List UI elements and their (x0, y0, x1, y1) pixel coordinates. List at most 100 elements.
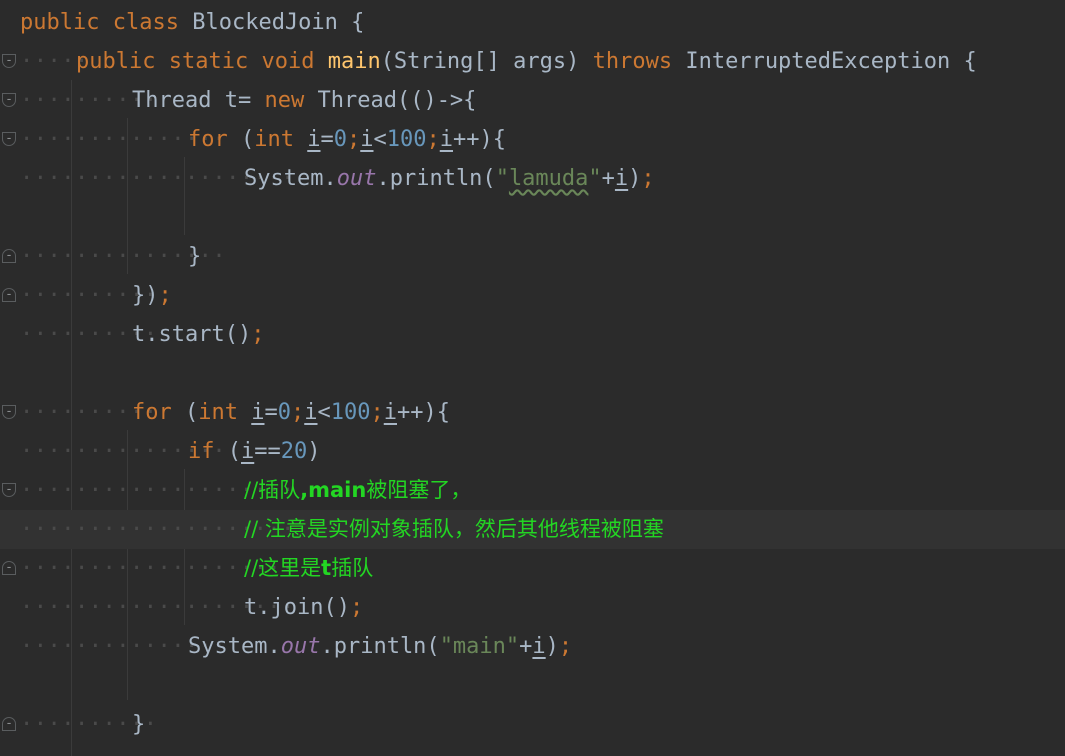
fold-icon[interactable]: - (2, 54, 16, 68)
paren: ( (227, 439, 241, 464)
keyword: public (76, 49, 156, 74)
fold-icon[interactable]: - (2, 717, 16, 731)
operator: + (519, 634, 533, 659)
assignment: t= (224, 88, 265, 113)
string-literal: "main" (439, 634, 520, 659)
fold-icon[interactable]: - (2, 561, 16, 575)
comment-bold: t (321, 556, 332, 580)
method-call: .println( (376, 166, 496, 191)
comment: //插队 (244, 478, 301, 502)
field: out (336, 166, 377, 191)
semicolon: ; (370, 400, 384, 425)
variable: i (439, 127, 453, 152)
fold-icon[interactable]: - (2, 405, 16, 419)
statement: t.start() (132, 322, 252, 347)
code-line-8[interactable]: - ·········· }); (0, 276, 1065, 315)
object: System. (244, 166, 337, 191)
variable: i (360, 127, 374, 152)
semicolon: ; (251, 322, 265, 347)
fold-icon[interactable]: - (2, 132, 16, 146)
operator: ++){ (453, 127, 506, 152)
code-line-19[interactable]: - ·········· } (0, 705, 1065, 744)
number: 0 (333, 127, 347, 152)
fold-icon[interactable]: - (2, 93, 16, 107)
operator: = (320, 127, 334, 152)
method-call: .println( (320, 634, 440, 659)
keyword: throws (592, 49, 673, 74)
semicolon: ; (426, 127, 440, 152)
variable: i (307, 127, 321, 152)
comment-bold: ,main (300, 478, 367, 502)
statement: t.join() (244, 595, 350, 620)
method-name: main (327, 49, 381, 74)
string-quote: " (588, 166, 602, 191)
exception-type: InterruptedException (685, 49, 951, 74)
code-editor[interactable]: public class BlockedJoin { - ····· publi… (0, 0, 1065, 756)
semicolon: ; (558, 634, 573, 659)
code-line-14[interactable]: ···················· // 注意是实例对象插队，然后其他线程… (0, 510, 1065, 549)
brace: } (132, 712, 146, 737)
operator: + (601, 166, 615, 191)
semicolon: ; (158, 283, 172, 308)
type-name: Thread (132, 88, 212, 113)
code-line-7[interactable]: - ··············· } (0, 237, 1065, 276)
paren: ( (185, 400, 199, 425)
brace: { (963, 49, 977, 74)
fold-icon[interactable]: - (2, 483, 16, 497)
number: 20 (280, 439, 308, 464)
variable: i (614, 166, 629, 191)
string-literal: lamuda (508, 166, 589, 191)
comment: //这里是 (244, 556, 322, 580)
code-line-5[interactable]: ···················· System.out.println(… (0, 159, 1065, 198)
operator: == (254, 439, 281, 464)
params: (String[] args) (380, 49, 593, 74)
comment: // 注意是实例对象插队，然后其他线程被阻塞 (244, 517, 664, 541)
variable: i (251, 400, 265, 425)
code-line-1[interactable]: public class BlockedJoin { (0, 3, 1065, 42)
code-line-18[interactable] (0, 666, 1065, 705)
semicolon: ; (347, 127, 361, 152)
code-line-12[interactable]: ··············· if (i==20) (0, 432, 1065, 471)
paren: ( (241, 127, 255, 152)
keyword: for (132, 400, 172, 425)
keyword: for (188, 127, 228, 152)
fold-icon[interactable]: - (2, 249, 16, 263)
code-line-6[interactable] (0, 198, 1065, 237)
string-quote: " (495, 166, 509, 191)
code-line-13[interactable]: - ···················· //插队,main被阻塞了， (0, 471, 1065, 510)
code-line-17[interactable]: ··············· System.out.println("main… (0, 627, 1065, 666)
code-line-11[interactable]: - ·········· for (int i=0;i<100;i++){ (0, 393, 1065, 432)
object: System. (188, 634, 281, 659)
number: 100 (386, 127, 427, 152)
code-line-4[interactable]: - ··············· for (int i=0;i<100;i++… (0, 120, 1065, 159)
paren: ) (307, 439, 321, 464)
class-name: BlockedJoin (192, 10, 338, 35)
semicolon: ; (349, 595, 364, 620)
paren: ) (628, 166, 642, 191)
code-line-10[interactable] (0, 354, 1065, 393)
variable: i (383, 400, 397, 425)
code-line-2[interactable]: - ····· public static void main(String[]… (0, 42, 1065, 81)
field: out (280, 634, 321, 659)
variable: i (304, 400, 318, 425)
code-line-15[interactable]: - ···················· //这里是t插队 (0, 549, 1065, 588)
keyword: class (112, 10, 179, 35)
keyword: new (264, 88, 305, 113)
code-line-3[interactable]: - ·········· Thread t= new Thread(()->{ (0, 81, 1065, 120)
keyword: void (261, 49, 315, 74)
code-line-16[interactable]: ···················· t.join(); (0, 588, 1065, 627)
operator: = (264, 400, 278, 425)
keyword: public (20, 10, 100, 35)
fold-icon[interactable]: - (2, 288, 16, 302)
operator: ++){ (397, 400, 450, 425)
semicolon: ; (291, 400, 305, 425)
number: 100 (330, 400, 371, 425)
comment: 被阻塞了， (366, 478, 472, 502)
brace: }) (132, 283, 159, 308)
semicolon: ; (641, 166, 655, 191)
keyword: static (168, 49, 249, 74)
comment: 插队 (331, 556, 374, 580)
code-line-9[interactable]: ·········· t.start(); (0, 315, 1065, 354)
keyword: int (254, 127, 294, 152)
brace: { (351, 10, 365, 35)
